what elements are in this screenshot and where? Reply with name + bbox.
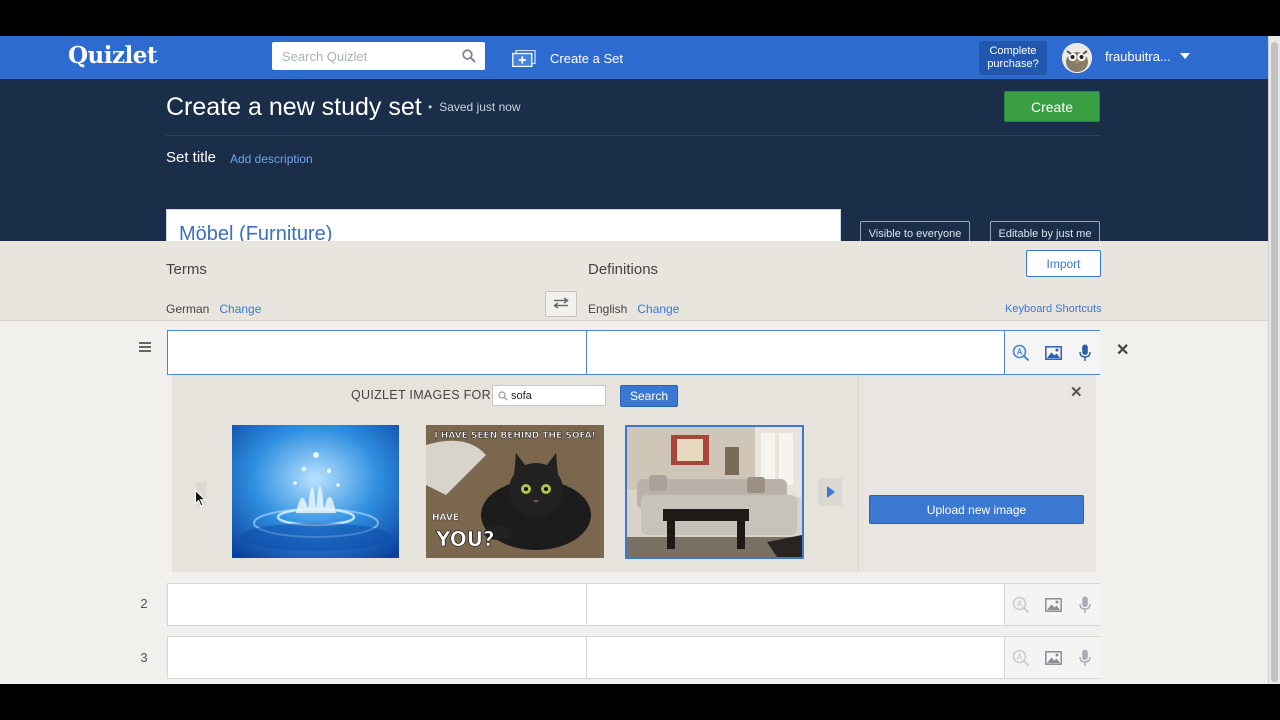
username[interactable]: fraubuitra...	[1105, 49, 1171, 64]
drag-handle-icon[interactable]	[139, 342, 151, 354]
definition-language-change-link[interactable]: Change	[637, 302, 679, 316]
close-icon[interactable]: ✕	[1070, 383, 1083, 401]
definitions-column-label: Definitions	[588, 261, 659, 278]
term-input[interactable]	[168, 584, 586, 625]
create-button[interactable]: Create	[1004, 91, 1100, 122]
image-result-living-room-sofa[interactable]	[625, 425, 804, 559]
term-input[interactable]	[168, 331, 586, 374]
meme-bottom-text: YOU?	[435, 527, 495, 551]
avatar[interactable]	[1062, 43, 1092, 73]
magnifier-a-icon: A	[1012, 344, 1030, 361]
upload-new-image-button[interactable]: Upload new image	[869, 495, 1084, 524]
record-audio-button[interactable]	[1069, 637, 1101, 678]
swap-columns-button[interactable]	[545, 291, 577, 317]
site-search[interactable]	[272, 42, 485, 70]
image-result-kitten-meme[interactable]: I HAVE SEEN BEHIND THE SOFA! HAVE YOU?	[426, 425, 604, 558]
term-row: A	[167, 330, 1100, 375]
term-language: German Change	[166, 302, 261, 316]
definition-input[interactable]	[587, 584, 1003, 625]
row-tools: A	[1004, 331, 1100, 374]
create-set-icon	[512, 49, 536, 67]
term-language-change-link[interactable]: Change	[219, 302, 261, 316]
auto-suggest-button[interactable]: A	[1005, 331, 1037, 374]
import-button[interactable]: Import	[1026, 250, 1101, 277]
header-divider	[166, 135, 1100, 136]
image-search-button[interactable]: Search	[620, 385, 678, 407]
search-icon	[498, 391, 508, 401]
definition-language: English Change	[588, 302, 679, 316]
definition-language-name: English	[588, 302, 628, 316]
svg-text:A: A	[1017, 347, 1023, 356]
quizlet-images-label: QUIZLET IMAGES FOR	[351, 388, 491, 402]
image-icon	[1044, 597, 1062, 612]
delete-row-icon[interactable]: ✕	[1116, 340, 1129, 360]
term-language-name: German	[166, 302, 210, 316]
image-icon	[1044, 650, 1062, 665]
mouse-cursor-icon	[195, 490, 206, 507]
term-row: A	[167, 636, 1100, 679]
row-number: 2	[140, 596, 148, 611]
auto-suggest-button[interactable]: A	[1005, 637, 1037, 678]
site-search-input[interactable]	[272, 42, 457, 70]
browser-viewport: Quizlet Create a Set Complete purchase? …	[0, 36, 1268, 684]
row-number: 3	[140, 650, 148, 665]
image-result-water-splash[interactable]	[232, 425, 399, 558]
microphone-icon	[1079, 649, 1091, 666]
upload-section	[858, 375, 1096, 572]
add-description-link[interactable]: Add description	[230, 152, 313, 166]
auto-suggest-button[interactable]: A	[1005, 584, 1037, 625]
chevron-right-icon	[826, 486, 835, 498]
image-search-input[interactable]	[511, 387, 601, 405]
add-image-button[interactable]	[1037, 637, 1069, 678]
terms-header: Terms Definitions Import German Change En…	[0, 241, 1268, 321]
image-picker-panel: QUIZLET IMAGES FOR Search	[172, 375, 1096, 572]
saved-status-text: Saved just now	[439, 100, 521, 114]
meme-mid-text: HAVE	[432, 513, 459, 523]
svg-text:A: A	[1017, 599, 1023, 608]
quizlet-logo[interactable]: Quizlet	[68, 42, 158, 69]
search-icon[interactable]	[462, 49, 476, 63]
water-splash-image	[232, 425, 399, 558]
image-icon	[1044, 345, 1062, 360]
complete-purchase-button[interactable]: Complete purchase?	[979, 41, 1047, 75]
add-image-button[interactable]	[1037, 331, 1069, 374]
magnifier-a-icon: A	[1012, 596, 1030, 613]
definition-input[interactable]	[587, 637, 1003, 678]
microphone-icon	[1079, 344, 1091, 361]
term-row: A	[167, 583, 1100, 626]
magnifier-a-icon: A	[1012, 649, 1030, 666]
row-tools: A	[1004, 637, 1100, 678]
definition-input[interactable]	[587, 331, 1003, 374]
swap-icon	[553, 296, 569, 309]
next-images-button[interactable]	[818, 478, 842, 506]
image-search-field[interactable]	[492, 385, 606, 406]
set-title-label: Set title	[166, 149, 217, 166]
scrollbar[interactable]	[1268, 36, 1280, 684]
create-set-link[interactable]: Create a Set	[512, 47, 623, 69]
keyboard-shortcuts-link[interactable]: Keyboard Shortcuts	[1005, 303, 1102, 315]
add-image-button[interactable]	[1037, 584, 1069, 625]
living-room-sofa-image	[627, 427, 802, 557]
scrollbar-thumb[interactable]	[1271, 42, 1278, 682]
kitten-meme-image: I HAVE SEEN BEHIND THE SOFA! HAVE YOU?	[426, 425, 604, 558]
create-set-label: Create a Set	[550, 50, 623, 66]
saved-status: • Saved just now	[428, 100, 521, 114]
record-audio-button[interactable]	[1069, 331, 1101, 374]
svg-text:A: A	[1017, 652, 1023, 661]
term-input[interactable]	[168, 637, 586, 678]
owl-avatar-icon	[1062, 43, 1092, 73]
record-audio-button[interactable]	[1069, 584, 1101, 625]
terms-column-label: Terms	[166, 261, 207, 278]
chevron-down-icon[interactable]	[1180, 53, 1190, 59]
top-navigation-bar: Quizlet Create a Set Complete purchase? …	[0, 36, 1268, 79]
page-title: Create a new study set	[166, 93, 422, 121]
meme-top-text: I HAVE SEEN BEHIND THE SOFA!	[434, 431, 595, 441]
row-tools: A	[1004, 584, 1100, 625]
create-set-header: Create a new study set • Saved just now C…	[0, 79, 1268, 259]
microphone-icon	[1079, 596, 1091, 613]
